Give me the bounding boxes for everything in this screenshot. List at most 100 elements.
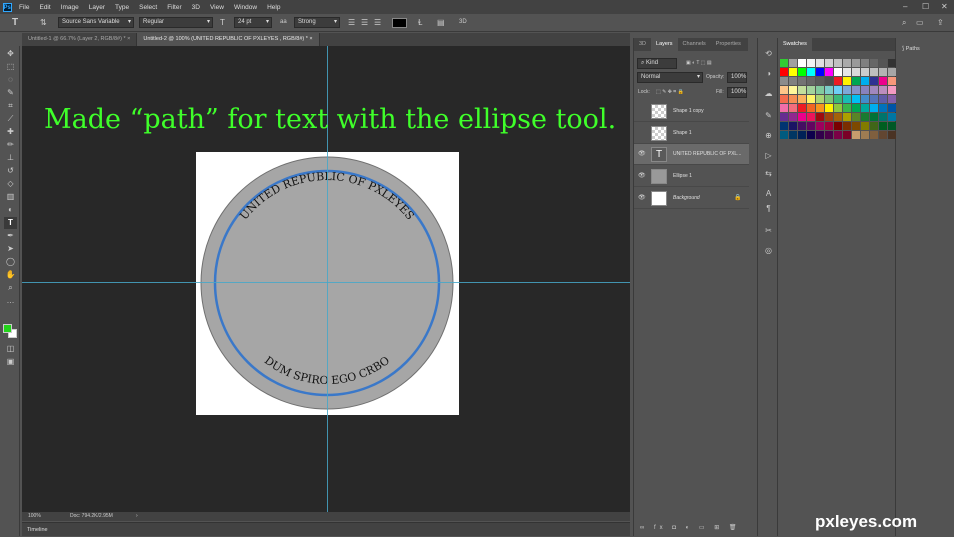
search-icon[interactable]: ⌕ [902, 17, 906, 28]
close-icon[interactable]: × [127, 36, 130, 42]
color-swatch[interactable] [870, 131, 878, 139]
color-swatch[interactable] [888, 95, 896, 103]
font-style-select[interactable]: Regular ▾ [139, 17, 213, 28]
color-swatch[interactable] [861, 104, 869, 112]
minimize-icon[interactable]: – [903, 2, 907, 11]
color-swatch[interactable] [834, 131, 842, 139]
color-swatch[interactable] [861, 68, 869, 76]
eyedropper-icon[interactable]: ⟋ [4, 113, 17, 125]
color-swatch[interactable] [780, 131, 788, 139]
stamp-tool-icon[interactable]: ⊥ [4, 152, 17, 164]
menu-file[interactable]: File [14, 4, 34, 11]
character-icon[interactable]: A [762, 188, 775, 200]
color-swatch[interactable] [798, 68, 806, 76]
canvas-area[interactable]: UNITED REPUBLIC OF PXLEYES DUM SPIRO EGO… [22, 46, 630, 512]
color-swatch[interactable] [843, 131, 851, 139]
align-center-icon[interactable]: ☰ [361, 17, 368, 28]
tab-properties[interactable]: Properties [711, 38, 746, 51]
history-icon[interactable]: ⟲ [762, 48, 775, 60]
paragraph-icon[interactable]: ¶ [762, 203, 775, 215]
color-swatch[interactable] [825, 104, 833, 112]
color-swatch[interactable] [888, 86, 896, 94]
crop-tool-icon[interactable]: ⌗ [4, 100, 17, 112]
tools-icon[interactable]: ✂ [762, 225, 775, 237]
color-swatch[interactable] [780, 122, 788, 130]
paths-tab[interactable]: ⟆ Paths [902, 46, 920, 52]
eye-icon[interactable]: 👁 [638, 150, 646, 157]
color-swatch[interactable] [888, 104, 896, 112]
color-swatch[interactable] [870, 77, 878, 85]
screen-mode-icon[interactable]: ▣ [4, 356, 17, 368]
color-swatch[interactable] [879, 131, 887, 139]
eye-icon[interactable]: 👁 [638, 194, 646, 201]
layer-shape-1[interactable]: Shape 1 [634, 123, 749, 144]
eye-icon[interactable]: 👁 [638, 172, 646, 179]
color-swatch[interactable] [852, 59, 860, 67]
color-swatch[interactable] [870, 86, 878, 94]
opacity-input[interactable]: 100% [727, 72, 747, 83]
fill-input[interactable]: 100% [727, 87, 747, 98]
swatch-grid[interactable] [780, 59, 905, 139]
align-left-icon[interactable]: ☰ [348, 17, 355, 28]
color-swatch[interactable] [807, 131, 815, 139]
color-swatch[interactable] [852, 86, 860, 94]
color-swatch[interactable] [798, 104, 806, 112]
color-swatch[interactable] [852, 68, 860, 76]
color-swatch[interactable] [780, 68, 788, 76]
color-swatch[interactable] [888, 77, 896, 85]
color-swatch[interactable] [825, 86, 833, 94]
gradient-tool-icon[interactable]: ▥ [4, 191, 17, 203]
color-swatch[interactable] [834, 77, 842, 85]
text-color-swatch[interactable] [392, 18, 407, 28]
color-swatch[interactable] [879, 77, 887, 85]
font-family-select[interactable]: Source Sans Variable ▾ [58, 17, 134, 28]
color-swatch[interactable] [780, 77, 788, 85]
menu-view[interactable]: View [205, 4, 229, 11]
color-swatch[interactable] [825, 59, 833, 67]
color-swatch[interactable] [816, 113, 824, 121]
tool-presets-icon[interactable]: ⇆ [762, 168, 775, 180]
color-swatch[interactable] [807, 122, 815, 130]
color-swatch[interactable] [843, 77, 851, 85]
color-swatch[interactable] [825, 77, 833, 85]
color-swatch[interactable] [861, 77, 869, 85]
adjustments-icon[interactable]: ◑ [762, 68, 775, 80]
color-swatch[interactable] [798, 95, 806, 103]
color-swatch[interactable] [879, 113, 887, 121]
color-swatch[interactable] [780, 113, 788, 121]
more-tools-icon[interactable]: … [4, 295, 17, 307]
tab-untitled-1[interactable]: Untitled-1 @ 66.7% (Layer 2, RGB/8#) * × [22, 33, 138, 46]
align-right-icon[interactable]: ☰ [374, 17, 381, 28]
blur-tool-icon[interactable]: ◐ [4, 204, 17, 216]
tab-layers[interactable]: Layers [651, 38, 678, 51]
color-swatch[interactable] [834, 86, 842, 94]
color-swatch[interactable] [816, 95, 824, 103]
color-swatch[interactable] [888, 59, 896, 67]
color-swatch[interactable] [888, 122, 896, 130]
font-size-select[interactable]: 24 pt ▾ [234, 17, 272, 28]
3d-text-button[interactable]: 3D [459, 17, 467, 28]
color-swatch[interactable] [870, 59, 878, 67]
chevron-right-icon[interactable]: › [136, 512, 138, 521]
actions-icon[interactable]: ▷ [762, 150, 775, 162]
color-swatch[interactable] [807, 95, 815, 103]
quick-select-icon[interactable]: ✎ [4, 87, 17, 99]
color-swatch[interactable] [861, 131, 869, 139]
color-swatch[interactable] [816, 59, 824, 67]
color-swatch[interactable] [780, 86, 788, 94]
color-swatch[interactable] [807, 59, 815, 67]
foreground-color[interactable] [3, 324, 12, 333]
color-swatch[interactable] [879, 86, 887, 94]
lock-icon[interactable]: 🔒 [734, 194, 741, 201]
color-swatch[interactable] [843, 86, 851, 94]
hand-tool-icon[interactable]: ✋ [4, 269, 17, 281]
color-swatch[interactable] [798, 122, 806, 130]
color-swatch[interactable] [852, 77, 860, 85]
layer-shape-1-copy[interactable]: Shape 1 copy [634, 101, 749, 122]
color-swatch[interactable] [852, 131, 860, 139]
close-icon[interactable]: ✕ [941, 2, 948, 11]
brush-settings-icon[interactable]: ✎ [762, 110, 775, 122]
layer-filter-icons[interactable]: ▣ ◐ T ⬚ ▤ [686, 58, 712, 69]
color-swatch[interactable] [816, 104, 824, 112]
color-swatch[interactable] [789, 95, 797, 103]
